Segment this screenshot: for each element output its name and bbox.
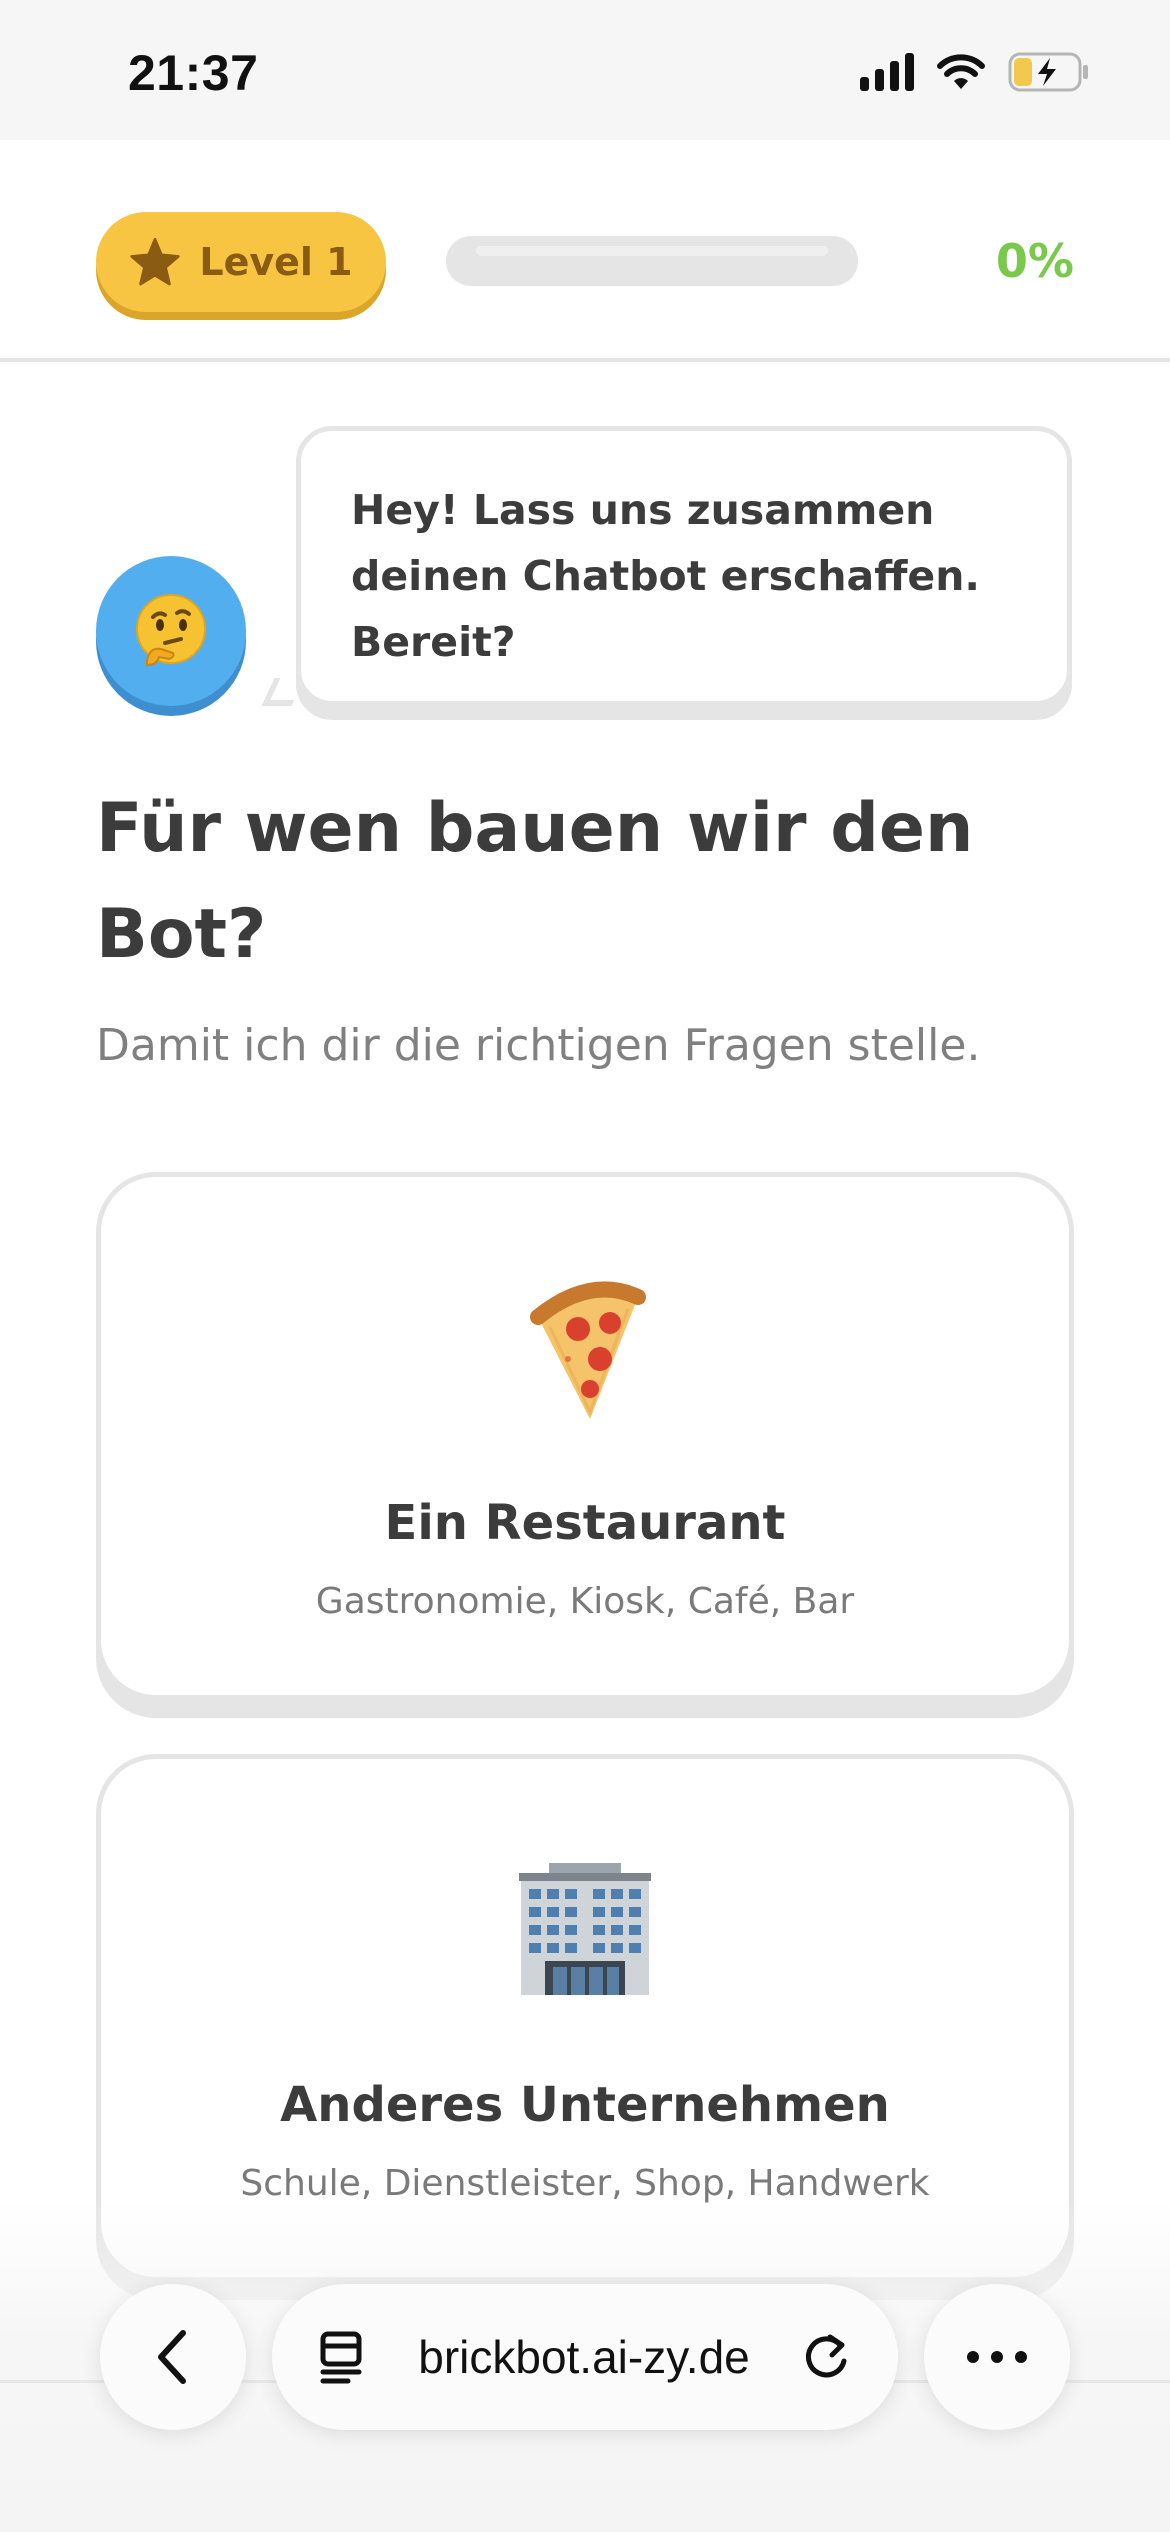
cellular-signal-icon	[860, 53, 914, 91]
bot-avatar	[96, 556, 246, 716]
progress-shine	[476, 246, 828, 256]
battery-charging-icon	[1008, 52, 1090, 92]
progress-percent: 0%	[995, 234, 1074, 288]
option-description: Schule, Dienstleister, Shop, Handwerk	[240, 2163, 930, 2204]
lesson-header: Level 1 0%	[0, 140, 1170, 362]
status-time: 21:37	[128, 45, 259, 101]
avatar-disc	[96, 556, 246, 706]
url-text[interactable]: brickbot.ai-zy.de	[418, 2330, 750, 2384]
more-dots-icon	[967, 2351, 1027, 2363]
star-icon	[130, 237, 181, 286]
chevron-left-icon	[158, 2330, 186, 2384]
wifi-icon	[936, 53, 986, 91]
browser-back-button[interactable]	[100, 2284, 246, 2430]
option-card-restaurant[interactable]: Ein Restaurant Gastronomie, Kiosk, Café,…	[96, 1172, 1074, 1700]
question-title: Für wen bauen wir den Bot?	[96, 789, 974, 974]
bot-speech-bubble: Hey! Lass uns zusammen deinen Chatbot er…	[296, 426, 1072, 706]
level-label: Level 1	[199, 240, 353, 284]
pizza-icon-wrap	[101, 1277, 1069, 1427]
thinking-face-icon	[136, 594, 206, 667]
progress-bar	[446, 236, 858, 286]
question-subtitle: Damit ich dir die richtigen Fragen stell…	[96, 1020, 981, 1071]
option-title: Anderes Unternehmen	[280, 2077, 890, 2133]
pizza-icon	[530, 1281, 646, 1419]
level-badge: Level 1	[96, 212, 386, 312]
office-building-icon-wrap	[101, 1859, 1069, 2009]
option-description: Gastronomie, Kiosk, Café, Bar	[315, 1581, 855, 1622]
page: 21:37 Level 1 0% Hey! Lass uns zusammen …	[0, 0, 1170, 2532]
status-icons	[860, 52, 1090, 92]
option-title: Ein Restaurant	[384, 1495, 786, 1551]
browser-more-button[interactable]	[924, 2284, 1070, 2430]
reload-icon[interactable]	[800, 2331, 852, 2383]
address-bar[interactable]: brickbot.ai-zy.de	[272, 2284, 898, 2430]
page-menu-icon[interactable]	[318, 2330, 368, 2384]
status-bar: 21:37	[0, 0, 1170, 140]
office-building-icon	[519, 1863, 651, 1995]
